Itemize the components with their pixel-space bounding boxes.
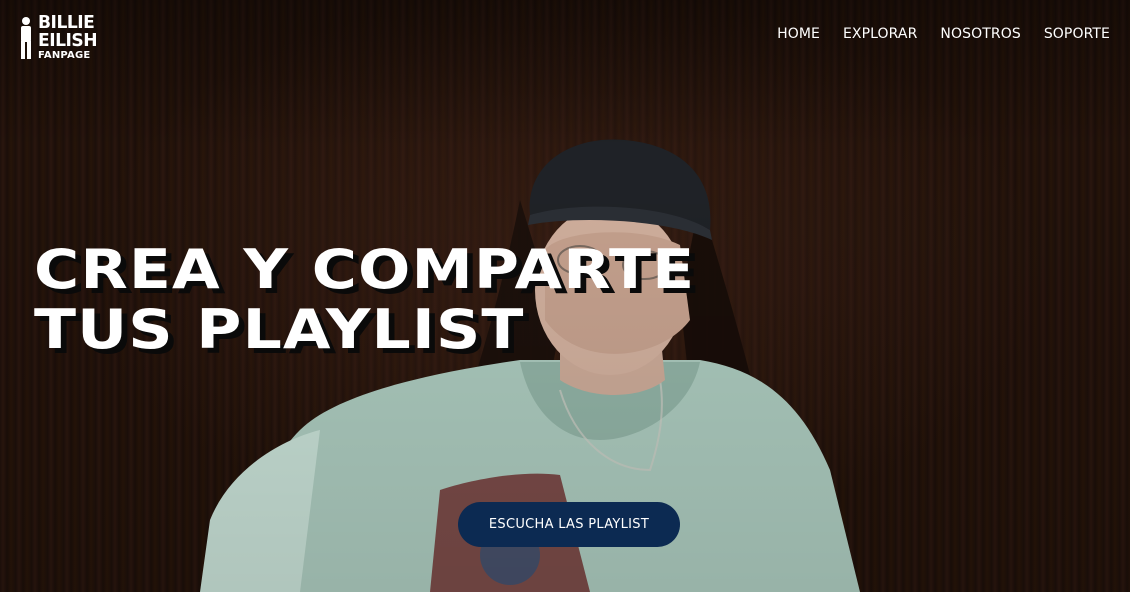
nav-item-explorar[interactable]: EXPLORAR — [843, 26, 917, 42]
nav-item-soporte[interactable]: SOPORTE — [1044, 26, 1110, 42]
hero-headline: CREA Y COMPARTE TUS PLAYLIST — [34, 240, 695, 360]
hero-headline-line-1: CREA Y COMPARTE — [34, 238, 696, 301]
brand-line-2: EILISH — [38, 30, 98, 51]
nav-item-home[interactable]: HOME — [777, 26, 820, 42]
blohsh-figure-icon — [21, 17, 31, 59]
brand-logo[interactable]: BILLIE EILISH FANPAGE — [18, 14, 100, 61]
main-nav: HOME EXPLORAR NOSOTROS SOPORTE — [754, 26, 1110, 42]
brand-logo-text: BILLIE EILISH FANPAGE — [38, 14, 100, 61]
nav-item-nosotros[interactable]: NOSOTROS — [940, 26, 1020, 42]
site-header: BILLIE EILISH FANPAGE HOME EXPLORAR NOSO… — [0, 0, 1130, 76]
hero-headline-line-2: TUS PLAYLIST — [34, 298, 525, 361]
hero-section: BILLIE EILISH FANPAGE HOME EXPLORAR NOSO… — [0, 0, 1130, 592]
brand-line-3: FANPAGE — [38, 50, 91, 61]
listen-playlists-button[interactable]: ESCUCHA LAS PLAYLIST — [458, 502, 680, 547]
